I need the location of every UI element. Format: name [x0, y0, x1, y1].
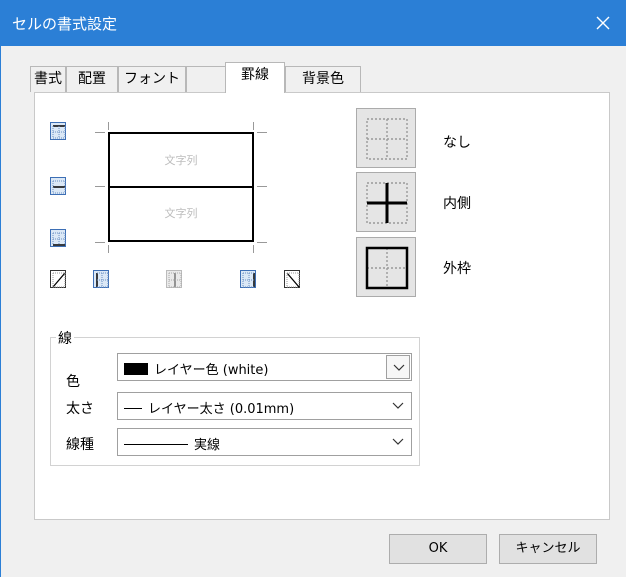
chevron-down-icon [393, 364, 405, 371]
border-outline-icon [365, 246, 409, 290]
color-text: レイヤー色 (white) [154, 363, 269, 378]
style-dropdown-arrow[interactable] [386, 430, 410, 454]
corner-tick [253, 245, 254, 253]
corner-tick [95, 186, 105, 187]
style-line-sample [124, 444, 188, 445]
border-diagonal-up-button[interactable] [50, 270, 66, 288]
border-bottom-icon [52, 232, 66, 246]
preset-inside-button[interactable] [356, 172, 416, 232]
width-text: レイヤー太さ (0.01mm) [148, 402, 295, 417]
corner-tick [95, 242, 105, 243]
diagonal-up-icon [52, 272, 66, 288]
color-swatch [124, 363, 148, 375]
border-top-button[interactable] [50, 122, 66, 140]
tab-alignment[interactable]: 配置 [66, 66, 118, 92]
preset-none-label: なし [443, 135, 471, 151]
diagonal-down-icon [286, 272, 300, 288]
style-text: 実線 [194, 438, 221, 453]
style-value: 実線 [124, 434, 220, 453]
chevron-down-icon [392, 402, 404, 409]
border-vertical-icon [168, 272, 182, 288]
border-right-icon [242, 272, 255, 288]
corner-tick [108, 245, 109, 253]
preset-outline-button[interactable] [356, 237, 416, 297]
border-bottom-button[interactable] [50, 229, 66, 247]
close-icon [596, 16, 610, 30]
cancel-button[interactable]: キャンセル [499, 534, 597, 564]
color-label: 色 [66, 374, 80, 390]
preset-none-button[interactable] [356, 108, 416, 168]
window-border [0, 46, 1, 577]
border-diagonal-down-button[interactable] [284, 270, 300, 288]
border-top-icon [52, 125, 66, 139]
border-left-button[interactable] [93, 270, 109, 288]
border-none-icon [366, 118, 408, 160]
width-dropdown[interactable]: レイヤー太さ (0.01mm) [117, 392, 412, 420]
preview-cell-bottom: 文字列 [164, 207, 198, 220]
border-left-icon [96, 272, 109, 288]
window-title: セルの書式設定 [12, 15, 118, 33]
corner-tick [257, 242, 267, 243]
ok-button[interactable]: OK [389, 534, 487, 564]
preset-inside-label: 内側 [443, 196, 471, 212]
style-dropdown[interactable]: 実線 [117, 428, 412, 456]
corner-tick [257, 132, 267, 133]
tab-font-tail [186, 66, 226, 92]
border-vertical-button[interactable] [166, 270, 182, 288]
corner-tick [95, 132, 105, 133]
close-button[interactable] [580, 0, 626, 46]
tab-format[interactable]: 書式 [30, 66, 66, 92]
color-dropdown-arrow[interactable] [386, 355, 410, 379]
style-label: 線種 [66, 437, 94, 453]
color-dropdown[interactable]: レイヤー色 (white) [117, 353, 412, 381]
line-group-title: 線 [56, 328, 74, 348]
preview-cell-top: 文字列 [164, 154, 198, 167]
chevron-down-icon [392, 438, 404, 445]
tab-border[interactable]: 罫線 [225, 62, 285, 93]
border-inside-icon [366, 182, 408, 224]
tab-background[interactable]: 背景色 [285, 66, 361, 92]
border-horizontal-icon [52, 180, 66, 194]
width-value: レイヤー太さ (0.01mm) [124, 398, 294, 417]
preset-outline-label: 外枠 [443, 261, 471, 277]
width-line-sample [124, 408, 142, 409]
width-dropdown-arrow[interactable] [386, 394, 410, 418]
preview-divider [110, 186, 252, 188]
tab-font[interactable]: フォント [118, 66, 186, 92]
corner-tick [253, 122, 254, 130]
color-value: レイヤー色 (white) [124, 359, 268, 378]
border-right-button[interactable] [240, 270, 256, 288]
border-preview[interactable]: 文字列 文字列 [108, 132, 254, 242]
title-bar: セルの書式設定 [0, 0, 626, 46]
corner-tick [108, 122, 109, 130]
corner-tick [257, 186, 267, 187]
border-horizontal-button[interactable] [50, 177, 66, 195]
width-label: 太さ [66, 401, 94, 417]
